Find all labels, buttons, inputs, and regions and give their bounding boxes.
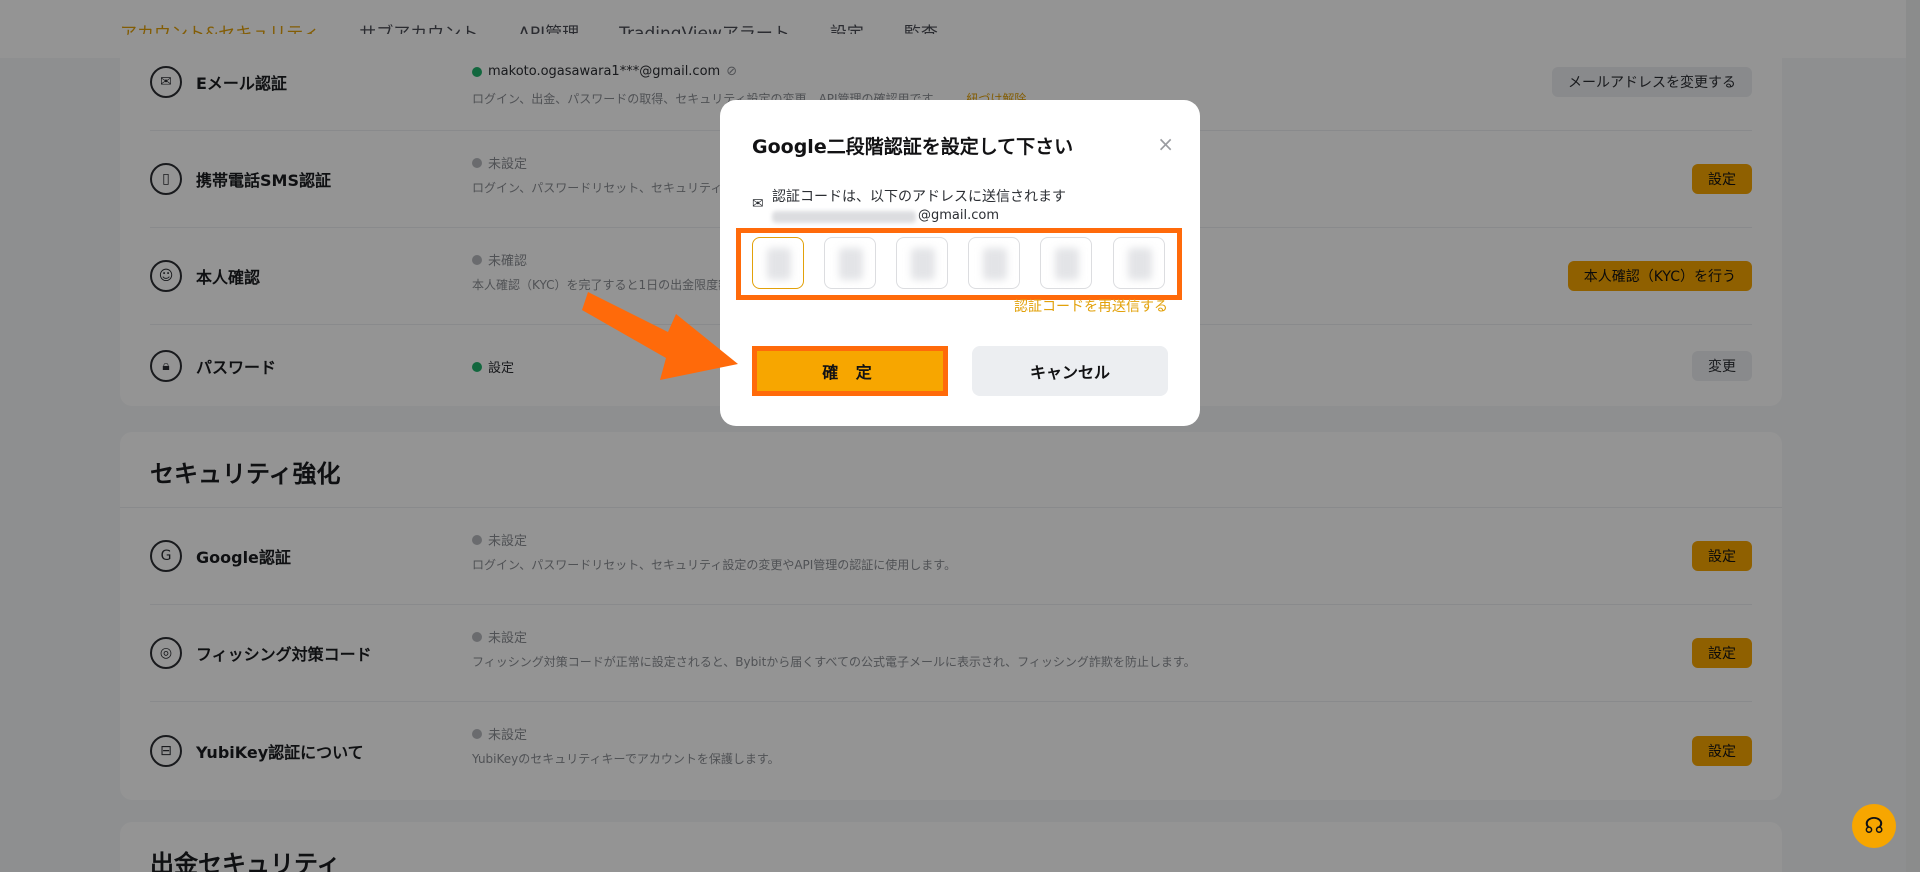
code-digit-1[interactable]: [752, 237, 804, 289]
support-headset-icon[interactable]: ☊: [1852, 804, 1896, 848]
email-domain: @gmail.com: [918, 208, 1000, 223]
code-digit-4[interactable]: [968, 237, 1020, 289]
code-digit-6[interactable]: [1113, 237, 1165, 289]
confirm-button[interactable]: 確 定: [752, 346, 948, 396]
close-icon[interactable]: ×: [1157, 132, 1174, 156]
code-digit-5[interactable]: [1040, 237, 1092, 289]
masked-email-blur: [772, 211, 916, 223]
resend-code-link[interactable]: 認証コードを再送信する: [1014, 296, 1168, 316]
annotation-arrow-icon: [582, 292, 738, 380]
cancel-button[interactable]: キャンセル: [972, 346, 1168, 396]
google-2fa-modal: Google二段階認証を設定して下さい × ✉ 認証コードは、以下のアドレスに送…: [720, 100, 1200, 426]
code-digit-3[interactable]: [896, 237, 948, 289]
code-digit-2[interactable]: [824, 237, 876, 289]
modal-title: Google二段階認証を設定して下さい: [752, 136, 1074, 158]
send-notice: 認証コードは、以下のアドレスに送信されます: [772, 189, 1066, 205]
mail-icon: ✉: [752, 196, 764, 212]
